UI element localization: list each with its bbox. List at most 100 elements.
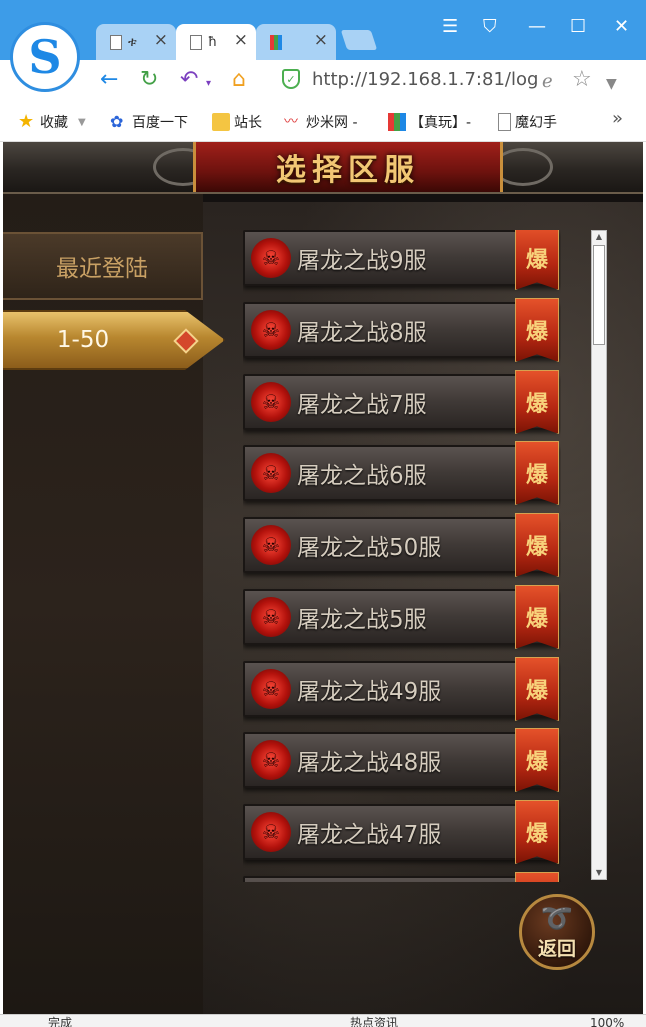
chevron-down-icon: ▼ xyxy=(78,116,86,128)
url-text[interactable]: http://192.168.1.7:81/login xyxy=(312,69,538,90)
server-item[interactable]: ☠ 爆 xyxy=(243,872,559,882)
skull-icon: ☠ xyxy=(251,812,291,852)
scroll-thumb[interactable] xyxy=(593,245,605,345)
status-text: 完成 xyxy=(48,1016,73,1027)
server-list[interactable]: ☠ 屠龙之战9服 爆 ☠ 屠龙之战8服 爆 ☠ 屠龙之战7服 爆 ☠ 屠龙之战6… xyxy=(243,230,561,882)
hot-badge: 爆 xyxy=(515,728,559,792)
hot-badge: 爆 xyxy=(515,230,559,290)
recent-login-tab[interactable]: 最近登陆 xyxy=(3,232,203,300)
tab-label: ħ xyxy=(208,34,218,50)
skull-icon: ☠ xyxy=(251,597,291,637)
server-item[interactable]: ☠ 屠龙之战5服 爆 xyxy=(243,585,559,649)
server-name: 屠龙之战9服 xyxy=(297,248,427,274)
return-button[interactable]: ➰ 返回 xyxy=(519,894,595,970)
skull-icon: ☠ xyxy=(251,453,291,493)
address-bar[interactable]: ✓ http://192.168.1.7:81/login xyxy=(272,62,538,96)
skull-icon: ☠ xyxy=(251,740,291,780)
skull-icon: ☠ xyxy=(251,525,291,565)
bookmark-label: 炒米网 - xyxy=(306,115,358,131)
browser-tab-3[interactable]: × xyxy=(256,24,336,60)
site-icon xyxy=(270,34,282,50)
page-icon xyxy=(110,34,122,50)
bookmark-label: 【真玩】- xyxy=(410,115,472,131)
server-name: 屠龙之战7服 xyxy=(297,392,427,418)
refresh-icon[interactable]: ↻ xyxy=(140,66,158,94)
bookmark-label: 魔幻手 xyxy=(515,115,557,131)
server-item[interactable]: ☠ 屠龙之战50服 爆 xyxy=(243,513,559,577)
folder-icon xyxy=(212,113,230,131)
bookmark-item[interactable]: ✿ 百度一下 xyxy=(110,112,188,132)
undo-dropdown-icon[interactable]: ▾ xyxy=(206,70,211,98)
server-item[interactable]: ☠ 屠龙之战49服 爆 xyxy=(243,657,559,721)
game-server-select: 选择区服 最近登陆 1-50 ☠ 屠龙之战9服 爆 ☠ 屠龙之战8服 爆 ☠ 屠… xyxy=(3,142,643,1014)
return-label: 返回 xyxy=(537,938,576,960)
page-icon xyxy=(190,34,202,50)
minimize-icon[interactable]: — xyxy=(528,18,546,36)
grid-color-icon xyxy=(388,113,406,131)
close-window-icon[interactable]: ✕ xyxy=(614,18,629,36)
bookmark-item[interactable]: 【真玩】- xyxy=(388,112,471,132)
address-dropdown-icon[interactable]: ▼ xyxy=(606,70,617,98)
server-name: 屠龙之战48服 xyxy=(297,750,442,776)
skull-icon: ☠ xyxy=(251,238,291,278)
page-title: 选择区服 xyxy=(276,153,420,188)
hot-badge: 爆 xyxy=(515,800,559,864)
hot-badge: 爆 xyxy=(515,872,559,882)
hot-badge: 爆 xyxy=(515,657,559,721)
close-icon[interactable]: × xyxy=(234,32,248,49)
more-bookmarks-button[interactable]: » xyxy=(612,108,623,129)
skull-icon: ☠ xyxy=(251,310,291,350)
hot-badge: 爆 xyxy=(515,370,559,434)
bookmark-item[interactable]: 站长 xyxy=(212,112,262,132)
server-name: 屠龙之战6服 xyxy=(297,463,427,489)
scroll-down-icon[interactable]: ▼ xyxy=(592,867,606,879)
compat-mode-icon[interactable]: ℯ xyxy=(542,68,553,96)
server-item[interactable]: ☠ 屠龙之战9服 爆 xyxy=(243,230,559,290)
chart-icon: 〰 xyxy=(284,114,298,130)
security-shield-icon: ✓ xyxy=(282,69,300,89)
back-arrow-icon[interactable]: ← xyxy=(100,66,118,94)
header-bar: 选择区服 xyxy=(3,142,643,194)
server-list-scrollbar[interactable]: ▲ ▼ xyxy=(591,230,607,880)
tab-label: ቱ xyxy=(128,34,137,50)
server-name: 屠龙之战50服 xyxy=(297,535,442,561)
skull-icon: ☠ xyxy=(251,382,291,422)
skin-shirt-icon[interactable]: ⛉ xyxy=(483,18,497,36)
range-tab-1-50[interactable]: 1-50 xyxy=(3,310,225,370)
bookmark-item[interactable]: 〰 炒米网 - xyxy=(284,112,358,132)
server-item[interactable]: ☠ 屠龙之战6服 爆 xyxy=(243,441,559,505)
bookmark-item[interactable]: 魔幻手 xyxy=(498,112,557,132)
dragon-swirl-icon: ➰ xyxy=(540,904,574,934)
server-item[interactable]: ☠ 屠龙之战47服 爆 xyxy=(243,800,559,864)
maximize-icon[interactable]: ☐ xyxy=(570,18,586,36)
bookmark-label: 收藏 xyxy=(40,115,68,131)
page-icon xyxy=(498,113,511,131)
bookmark-label: 百度一下 xyxy=(132,115,188,131)
server-item[interactable]: ☠ 屠龙之战8服 爆 xyxy=(243,298,559,362)
server-item[interactable]: ☠ 屠龙之战48服 爆 xyxy=(243,728,559,792)
browser-tab-2[interactable]: ħ × xyxy=(176,24,256,60)
zoom-level[interactable]: 100% xyxy=(590,1015,624,1027)
home-icon[interactable]: ⌂ xyxy=(232,66,246,94)
new-tab-button[interactable] xyxy=(340,30,378,50)
arrow-gem-icon xyxy=(173,328,199,354)
bookmark-item[interactable]: ★ 收藏 ▼ xyxy=(18,112,86,132)
server-name: 屠龙之战47服 xyxy=(297,822,442,848)
close-icon[interactable]: × xyxy=(314,32,328,49)
browser-statusbar: 完成 热点资讯 100% xyxy=(0,1014,646,1027)
title-plate: 选择区服 xyxy=(193,142,503,192)
browser-tab-1[interactable]: ቱ × xyxy=(96,24,176,60)
hot-badge: 爆 xyxy=(515,441,559,505)
undo-icon[interactable]: ↶ xyxy=(180,66,198,94)
hot-news-link[interactable]: 热点资讯 xyxy=(350,1015,398,1027)
server-item[interactable]: ☠ 屠龙之战7服 爆 xyxy=(243,370,559,434)
scroll-up-icon[interactable]: ▲ xyxy=(592,231,606,243)
baidu-paw-icon: ✿ xyxy=(110,112,124,131)
menu-icon[interactable]: ☰ xyxy=(442,18,458,36)
hot-badge: 爆 xyxy=(515,298,559,362)
range-tab-label: 1-50 xyxy=(56,327,110,353)
close-icon[interactable]: × xyxy=(154,32,168,49)
favorite-star-icon[interactable]: ☆ xyxy=(572,66,592,94)
browser-logo-icon[interactable]: S xyxy=(10,22,80,92)
star-icon: ★ xyxy=(18,111,35,132)
